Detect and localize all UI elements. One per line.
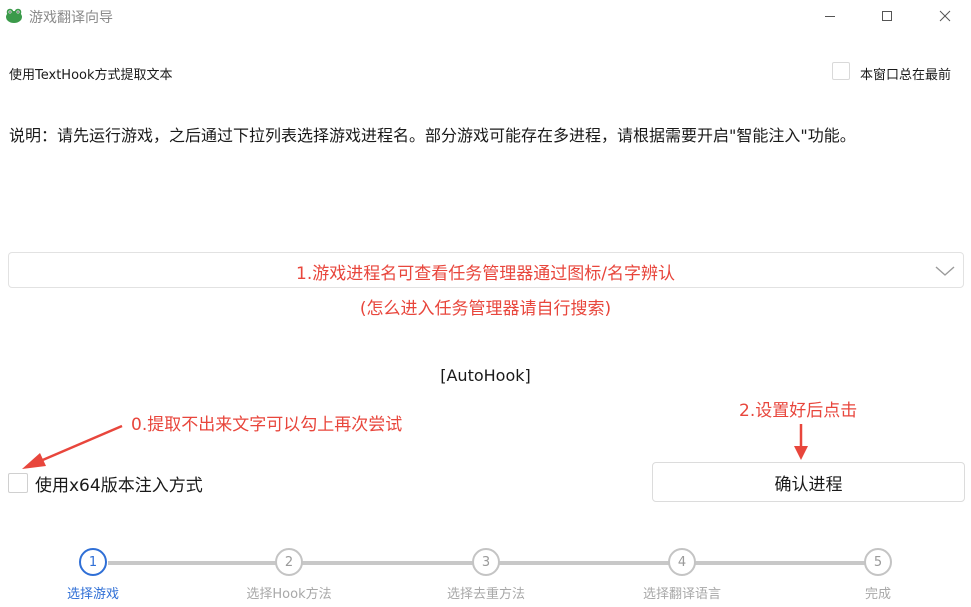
step-5-indicator[interactable]: 5 [864,548,892,576]
maximize-button[interactable] [864,0,910,32]
step-1-label: 选择游戏 [66,587,119,602]
window-title: 游戏翻译向导 [29,10,113,26]
step-2-indicator[interactable]: 2 [275,548,303,576]
x64-injection-label[interactable]: 使用x64版本注入方式 [35,471,203,496]
annotation-step2: 2.设置好后点击 [739,401,858,421]
autohook-label: [AutoHook] [440,366,531,385]
step-3-label: 选择去重方法 [446,587,525,602]
close-icon [939,10,951,22]
step-4-label: 选择翻译语言 [642,587,721,602]
arrow-to-x64-checkbox [37,424,123,464]
step-1-indicator[interactable]: 1 [79,548,107,576]
close-button[interactable] [922,0,968,32]
annotation-step1: 1.游戏进程名可查看任务管理器通过图标/名字辨认 [296,264,675,284]
maximize-icon [882,11,892,21]
annotation-step1-hint: (怎么进入任务管理器请自行搜索) [359,299,612,319]
confirm-process-button[interactable]: 确认进程 [652,462,965,502]
always-on-top-checkbox[interactable] [832,62,850,80]
arrow-head-x64 [22,453,46,469]
minimize-icon [825,16,835,17]
step-3-indicator[interactable]: 3 [472,548,500,576]
minimize-button[interactable] [807,0,853,32]
arrow-head-confirm [794,446,808,460]
description-text: 说明：请先运行游戏，之后通过下拉列表选择游戏进程名。部分游戏可能存在多进程，请根… [9,126,856,145]
step-5-label: 完成 [864,587,891,602]
mode-label: 使用TextHook方式提取文本 [9,68,173,83]
always-on-top-label[interactable]: 本窗口总在最前 [860,64,951,83]
step-2-label: 选择Hook方法 [246,587,332,602]
frog-icon [5,7,23,23]
step-4-indicator[interactable]: 4 [668,548,696,576]
annotation-step0: 0.提取不出来文字可以勾上再次尝试 [131,415,403,435]
x64-injection-checkbox[interactable] [8,473,28,493]
